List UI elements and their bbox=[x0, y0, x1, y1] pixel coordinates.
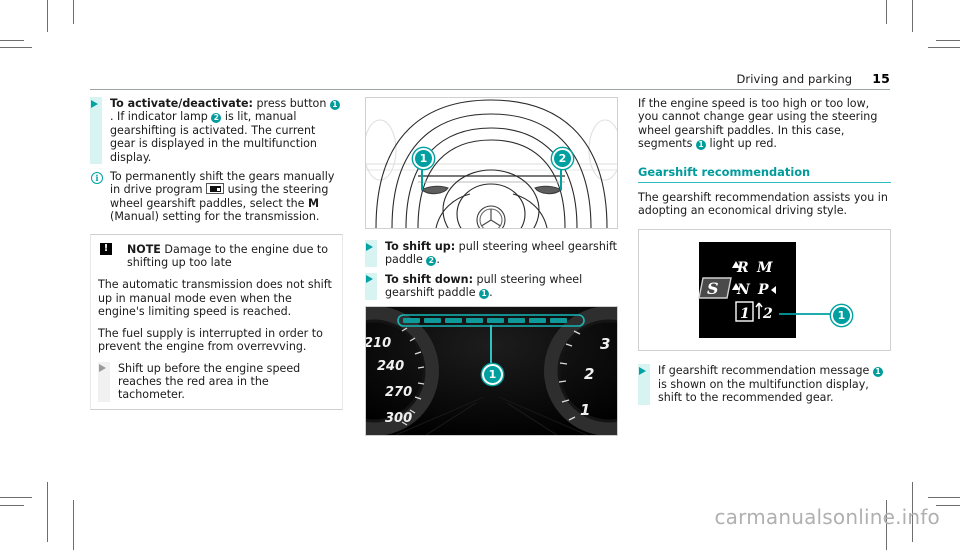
action-arrow-icon bbox=[639, 366, 646, 375]
page-number: 15 bbox=[872, 71, 890, 86]
callout-marker-1: 1 bbox=[482, 363, 503, 385]
running-header: Driving and parking 15 bbox=[90, 68, 890, 90]
crop-mark-top-left-vertical-inner bbox=[73, 0, 74, 24]
action-text-b: is shown on the multifunction display, s… bbox=[658, 377, 869, 405]
drive-program-icon bbox=[206, 183, 225, 195]
crop-mark-top-right-vertical-inner bbox=[886, 0, 887, 24]
action-arrow-icon bbox=[366, 242, 373, 251]
crop-mark-bottom-left-horizontal-inner bbox=[0, 505, 24, 506]
svg-text:240: 240 bbox=[377, 359, 404, 374]
crop-mark-top-left-horizontal-inner bbox=[0, 40, 24, 41]
svg-text:300: 300 bbox=[385, 411, 412, 426]
action-text-b: . bbox=[489, 286, 493, 300]
note-paragraph-2: The fuel supply is interrupted in order … bbox=[98, 326, 323, 354]
crop-mark-bottom-right-horizontal bbox=[928, 497, 960, 498]
crop-mark-bottom-left-vertical bbox=[47, 482, 48, 542]
action-text-a: press button bbox=[252, 97, 330, 110]
chapter-title: Driving and parking bbox=[736, 72, 853, 86]
svg-text:M: M bbox=[756, 260, 773, 276]
column-right: If the engine speed is too high or too l… bbox=[638, 97, 891, 411]
page-columns: To activate/deactivate: press button 1 . … bbox=[90, 97, 891, 457]
crop-mark-bottom-left-horizontal bbox=[0, 497, 32, 498]
action-bold-lead: To shift up: bbox=[385, 240, 456, 253]
svg-text:2: 2 bbox=[762, 306, 773, 322]
callout-badge-1: 1 bbox=[872, 366, 883, 377]
site-watermark: carmanualsonline.info bbox=[714, 505, 940, 529]
action-follow-recommendation: If gearshift recommendation message 1 is… bbox=[638, 364, 891, 405]
callout-badge-1: 1 bbox=[479, 288, 490, 299]
action-bold-lead: To shift down: bbox=[385, 272, 474, 286]
crop-mark-bottom-left-vertical-inner bbox=[73, 500, 74, 550]
action-text: Shift up before the engine speed reaches… bbox=[118, 361, 301, 402]
action-activate-deactivate: To activate/deactivate: press button 1 . … bbox=[90, 97, 343, 165]
paragraph-engine-speed: If the engine speed is too high or too l… bbox=[638, 97, 891, 151]
svg-text:3: 3 bbox=[600, 335, 610, 353]
note-heading: ! NOTE Damage to the engine due to shift… bbox=[98, 243, 335, 270]
crop-mark-top-left-vertical bbox=[47, 0, 48, 32]
paragraph-recommendation-intro: The gearshift recommendation assists you… bbox=[638, 190, 888, 218]
action-shift-down: To shift down: pull steering wheel gears… bbox=[365, 272, 618, 300]
callout-marker-1: 1 bbox=[413, 148, 434, 169]
info-permanent-manual-shift: i To permanently shift the gears manuall… bbox=[90, 170, 343, 224]
section-heading-gearshift-recommendation: Gearshift recommendation bbox=[638, 165, 891, 183]
action-text: To activate/deactivate: press button 1 . … bbox=[110, 97, 343, 164]
steering-wheel-illustration bbox=[366, 99, 617, 228]
svg-text:1: 1 bbox=[580, 401, 590, 419]
action-text-a: If gearshift recommendation message bbox=[658, 364, 873, 378]
callout-badge-1: 1 bbox=[329, 99, 340, 110]
info-circle-icon: i bbox=[91, 171, 103, 184]
leader-line-1 bbox=[490, 324, 492, 369]
svg-text:2: 2 bbox=[584, 365, 594, 383]
svg-text:P: P bbox=[757, 282, 769, 298]
note-title: NOTE bbox=[127, 242, 161, 256]
gearshift-display-illustration: S R M N P 1 2 bbox=[698, 242, 835, 339]
action-bold-lead: To activate/deactivate: bbox=[110, 97, 253, 110]
action-text: To shift up: pull steering wheel gearshi… bbox=[385, 240, 618, 267]
callout-badge-2: 2 bbox=[211, 112, 222, 123]
info-bold-m: M bbox=[307, 196, 320, 210]
note-paragraph-1: The automatic transmission does not shif… bbox=[98, 278, 332, 319]
crop-mark-top-left-horizontal bbox=[0, 47, 32, 48]
svg-text:S: S bbox=[707, 279, 719, 298]
note-box: ! NOTE Damage to the engine due to shift… bbox=[90, 233, 343, 410]
crop-mark-top-right-vertical bbox=[912, 0, 913, 32]
callout-marker-2: 2 bbox=[552, 148, 573, 169]
svg-text:210: 210 bbox=[366, 336, 391, 351]
action-arrow-icon bbox=[91, 99, 98, 108]
action-arrow-icon bbox=[366, 275, 373, 284]
warning-exclamation-icon: ! bbox=[100, 243, 112, 256]
action-text: If gearshift recommendation message 1 is… bbox=[658, 364, 891, 404]
action-text: To shift down: pull steering wheel gears… bbox=[385, 273, 618, 300]
callout-badge-2: 2 bbox=[426, 255, 437, 266]
crop-mark-top-right-horizontal bbox=[928, 47, 960, 48]
callout-badge-1: 1 bbox=[695, 139, 706, 150]
info-text: To permanently shift the gears manually … bbox=[110, 170, 343, 224]
action-shift-up-before-red-area: Shift up before the engine speed reaches… bbox=[98, 361, 335, 402]
figure-instrument-cluster: 210 240 270 300 3 2 1 1 bbox=[365, 305, 618, 436]
action-arrow-icon bbox=[99, 364, 106, 372]
action-text-b: . If indicator lamp bbox=[110, 110, 212, 124]
action-shift-up: To shift up: pull steering wheel gearshi… bbox=[365, 240, 618, 267]
note-heading-text: NOTE Damage to the engine due to shiftin… bbox=[127, 243, 335, 270]
info-text-c: (Manual) setting for the transmission. bbox=[110, 210, 320, 224]
paragraph-text-b: light up red. bbox=[705, 137, 777, 151]
svg-text:270: 270 bbox=[385, 385, 412, 400]
column-middle: 1 2 To shift up: pull steering wheel gea… bbox=[365, 97, 618, 436]
action-text-b: . bbox=[436, 253, 440, 267]
svg-text:1: 1 bbox=[740, 306, 750, 322]
crop-mark-top-right-horizontal-inner bbox=[936, 40, 960, 41]
figure-gear-display: S R M N P 1 2 1 bbox=[638, 229, 891, 352]
figure-steering-wheel: 1 2 bbox=[365, 97, 618, 229]
column-left: To activate/deactivate: press button 1 . … bbox=[90, 97, 343, 410]
